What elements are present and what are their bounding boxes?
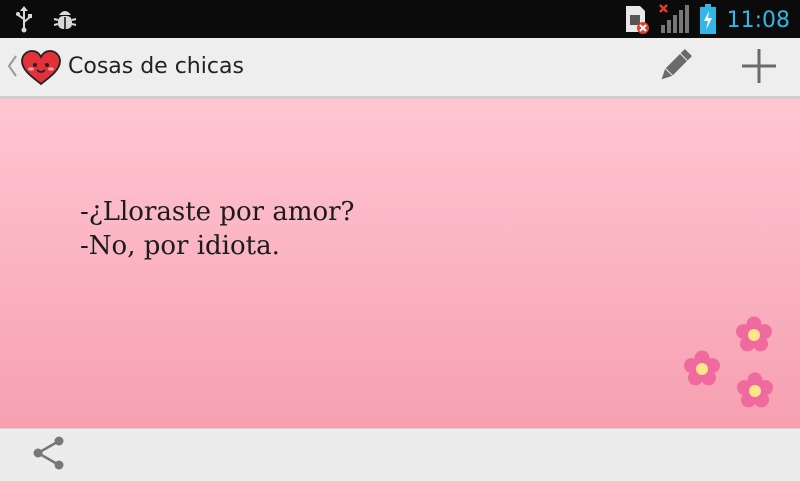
plus-icon: [739, 46, 779, 90]
add-button[interactable]: [734, 46, 784, 90]
share-button[interactable]: [26, 435, 72, 475]
quote-card[interactable]: -¿Lloraste por amor? -No, por idiota.: [0, 99, 800, 428]
pencil-icon: [655, 46, 695, 90]
app-title: Cosas de chicas: [68, 54, 244, 79]
status-right-icons: 11:08: [623, 3, 790, 39]
quote-text: -¿Lloraste por amor? -No, por idiota.: [80, 195, 355, 263]
usb-icon: [14, 5, 34, 37]
edit-button[interactable]: [650, 46, 700, 90]
quote-line-question: -¿Lloraste por amor?: [80, 197, 355, 227]
heart-app-icon[interactable]: [20, 50, 62, 90]
signal-icon: [658, 3, 689, 39]
bottom-action-bar: [0, 428, 800, 481]
status-clock: 11:08: [726, 8, 790, 33]
flowers-decoration: [684, 316, 773, 408]
status-bar: 11:08: [0, 0, 800, 38]
sim-error-icon: [623, 3, 649, 39]
flower-left: [684, 350, 720, 386]
flower-top: [736, 316, 772, 352]
battery-charging-icon: [699, 3, 717, 39]
up-caret-icon[interactable]: [6, 54, 18, 82]
status-left-icons: [14, 5, 78, 37]
debug-bug-icon: [52, 5, 78, 37]
action-bar: Cosas de chicas: [0, 38, 800, 99]
share-icon: [30, 434, 68, 476]
flower-bottom: [737, 372, 773, 408]
quote-line-answer: -No, por idiota.: [80, 231, 280, 261]
